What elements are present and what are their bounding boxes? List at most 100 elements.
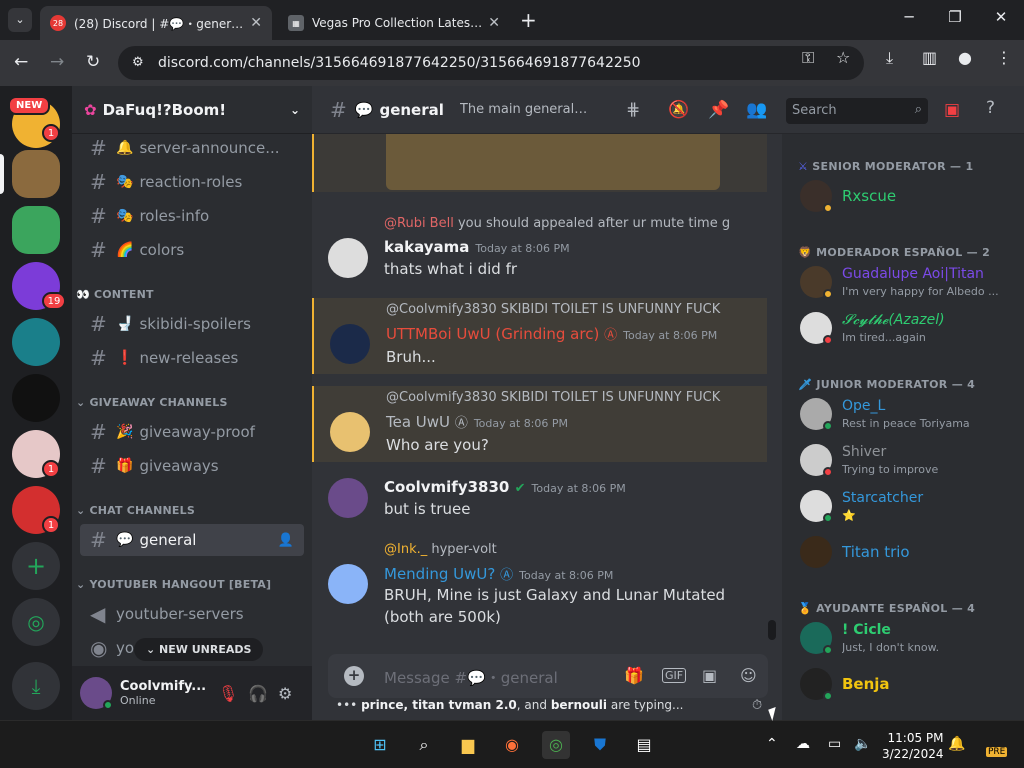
- message-input[interactable]: Message #💬・general: [384, 667, 558, 688]
- avatar[interactable]: [328, 478, 368, 518]
- bookmark-star-icon[interactable]: ☆: [836, 48, 850, 67]
- pin-icon[interactable]: 📌: [708, 100, 729, 120]
- server-icon-play[interactable]: [12, 374, 60, 422]
- invite-icon[interactable]: 👤: [278, 533, 294, 548]
- message-author[interactable]: UTTMBoi UwU (Grinding arc) Ⓐ Today at 8:0…: [386, 324, 717, 343]
- address-bar[interactable]: ⚙ discord.com/channels/31566469187764225…: [118, 46, 864, 80]
- avatar[interactable]: [328, 238, 368, 278]
- sticker-icon[interactable]: ▣: [702, 666, 717, 685]
- download-icon[interactable]: ⤓: [886, 48, 893, 68]
- chrome-icon[interactable]: ◎: [542, 731, 570, 759]
- member-item[interactable]: 𝓢𝓬𝔂𝓽𝓱𝓮(Azazel) Im tired...again: [798, 308, 1018, 350]
- member-item[interactable]: Starcatcher ⭐: [798, 486, 1018, 528]
- add-server-icon[interactable]: +: [12, 542, 60, 590]
- site-info-icon[interactable]: ⚙: [132, 55, 144, 70]
- new-unreads-button[interactable]: ⌄ NEW UNREADS: [134, 638, 264, 661]
- settings-gear-icon[interactable]: ⚙: [278, 684, 292, 703]
- channel-giveaway-proof[interactable]: # 🎉 giveaway-proof: [80, 416, 304, 448]
- help-icon[interactable]: ?: [986, 98, 995, 118]
- message-author[interactable]: Tea UwU Ⓐ Today at 8:06 PM: [386, 412, 568, 431]
- member-item[interactable]: Ope_L Rest in peace Toriyama: [798, 394, 1018, 436]
- avatar[interactable]: [328, 564, 368, 604]
- notification-bell-icon[interactable]: 🔕: [668, 100, 689, 120]
- tab-discord[interactable]: 28 (28) Discord | #💬・general | Da ✕: [40, 6, 272, 40]
- download-apps-icon[interactable]: ⤓: [12, 662, 60, 710]
- mute-mic-icon[interactable]: 🎙: [218, 684, 238, 703]
- close-tab-icon[interactable]: ✕: [488, 15, 500, 31]
- search-input[interactable]: Search ⌕: [786, 98, 928, 124]
- close-window-button[interactable]: ✕: [978, 8, 1024, 26]
- new-tab-button[interactable]: +: [520, 8, 537, 32]
- message-author[interactable]: Coolvmify3830 ✔ Today at 8:06 PM: [384, 478, 626, 496]
- windows-start-icon[interactable]: ⊞: [366, 731, 394, 759]
- add-attachment-button[interactable]: +: [344, 666, 364, 686]
- file-explorer-icon[interactable]: ▆: [454, 731, 482, 759]
- notification-bell-icon[interactable]: 🔔: [948, 736, 965, 752]
- close-tab-icon[interactable]: ✕: [250, 15, 262, 31]
- member-list-icon[interactable]: 👥: [746, 100, 767, 120]
- channel-new-releases[interactable]: # ❗ new-releases: [80, 342, 304, 374]
- category-youtuber[interactable]: ⌄ YOUTUBER HANGOUT [BETA]: [76, 578, 271, 591]
- category-content[interactable]: 👀 CONTENT: [76, 288, 154, 301]
- key-icon[interactable]: ⚿: [802, 48, 814, 68]
- tab-vegas[interactable]: ▦ Vegas Pro Collection Latest Buil ✕: [278, 6, 510, 40]
- back-button[interactable]: ←: [14, 52, 28, 72]
- server-icon-teal[interactable]: [12, 318, 60, 366]
- reply-preview[interactable]: @Ink._ hyper-volt: [384, 542, 754, 557]
- reply-preview[interactable]: @Coolvmify3830 SKIBIDI TOILET IS UNFUNNY…: [386, 302, 756, 317]
- member-item[interactable]: Rxscue: [798, 176, 1018, 218]
- explore-icon[interactable]: ◎: [12, 598, 60, 646]
- menu-dots-icon[interactable]: ⋮: [996, 48, 1012, 67]
- profile-icon[interactable]: ●: [958, 48, 972, 67]
- member-item[interactable]: Benja: [798, 664, 1018, 706]
- user-info[interactable]: Coolvmify... Online: [112, 679, 206, 707]
- cloud-icon[interactable]: ☁: [796, 736, 810, 752]
- category-chat[interactable]: ⌄ CHAT CHANNELS: [76, 504, 195, 517]
- search-icon[interactable]: ⌕: [410, 731, 438, 759]
- gift-icon[interactable]: 🎁: [624, 666, 644, 685]
- member-item[interactable]: Titan trio: [798, 532, 1018, 574]
- message-author[interactable]: Mending UwU? Ⓐ Today at 8:06 PM: [384, 564, 613, 583]
- server-header[interactable]: ✿ DaFuq!?Boom! ⌄: [72, 86, 312, 134]
- avatar[interactable]: [80, 677, 113, 710]
- speaker-icon[interactable]: 🔈: [854, 736, 871, 752]
- message-composer[interactable]: + Message #💬・general 🎁 GIF ▣ ☺: [328, 654, 768, 698]
- reload-button[interactable]: ↻: [86, 52, 100, 72]
- message-author[interactable]: kakayama Today at 8:06 PM: [384, 238, 570, 256]
- member-item[interactable]: ! Cicle Just, I don't know.: [798, 618, 1018, 660]
- gif-icon[interactable]: GIF: [662, 668, 687, 683]
- server-icon-dafuq[interactable]: [12, 150, 60, 198]
- avatar[interactable]: [330, 324, 370, 364]
- tab-search-button[interactable]: ⌄: [8, 8, 32, 32]
- inbox-icon[interactable]: ▣: [944, 100, 960, 120]
- channel-colors[interactable]: # 🌈 colors: [80, 234, 304, 266]
- category-giveaway[interactable]: ⌄ GIVEAWAY CHANNELS: [76, 396, 228, 409]
- forward-button[interactable]: →: [50, 52, 64, 72]
- chat-scrollbar[interactable]: [768, 620, 776, 640]
- server-icon-green[interactable]: [12, 206, 60, 254]
- channel-youtuber-servers[interactable]: ◀ youtuber-servers: [80, 598, 304, 630]
- headphones-icon[interactable]: 🎧: [248, 684, 268, 703]
- channel-roles-info[interactable]: # 🎭 roles-info: [80, 200, 304, 232]
- side-panel-icon[interactable]: ▥: [922, 48, 937, 67]
- minimize-button[interactable]: ─: [886, 8, 932, 26]
- reply-preview[interactable]: @Rubi Bell you should appealed after ur …: [384, 216, 754, 231]
- threads-icon[interactable]: ⋕: [626, 100, 640, 120]
- chevron-up-icon[interactable]: ⌃: [766, 736, 778, 752]
- reply-preview[interactable]: @Coolvmify3830 SKIBIDI TOILET IS UNFUNNY…: [386, 390, 756, 405]
- member-item[interactable]: Guadalupe Aoi|Titan I'm very happy for Al…: [798, 262, 1018, 304]
- system-clock[interactable]: 11:05 PM 3/22/2024: [882, 730, 944, 762]
- display-icon[interactable]: ▭: [828, 736, 841, 752]
- channel-server-announcements[interactable]: # 🔔 server-announce...: [80, 132, 304, 164]
- channel-reaction-roles[interactable]: # 🎭 reaction-roles: [80, 166, 304, 198]
- maximize-button[interactable]: ❐: [932, 8, 978, 26]
- channel-skibidi-spoilers[interactable]: # 🚽 skibidi-spoilers: [80, 308, 304, 340]
- app-icon[interactable]: ▤: [630, 731, 658, 759]
- member-item[interactable]: Shiver Trying to improve: [798, 440, 1018, 482]
- avatar[interactable]: [330, 412, 370, 452]
- channel-general[interactable]: # 💬 general 👤: [80, 524, 304, 556]
- channel-topic[interactable]: The main general ch...: [460, 102, 590, 117]
- image-attachment[interactable]: [386, 134, 720, 190]
- channel-giveaways[interactable]: # 🎁 giveaways: [80, 450, 304, 482]
- emoji-icon[interactable]: ☺: [740, 666, 757, 685]
